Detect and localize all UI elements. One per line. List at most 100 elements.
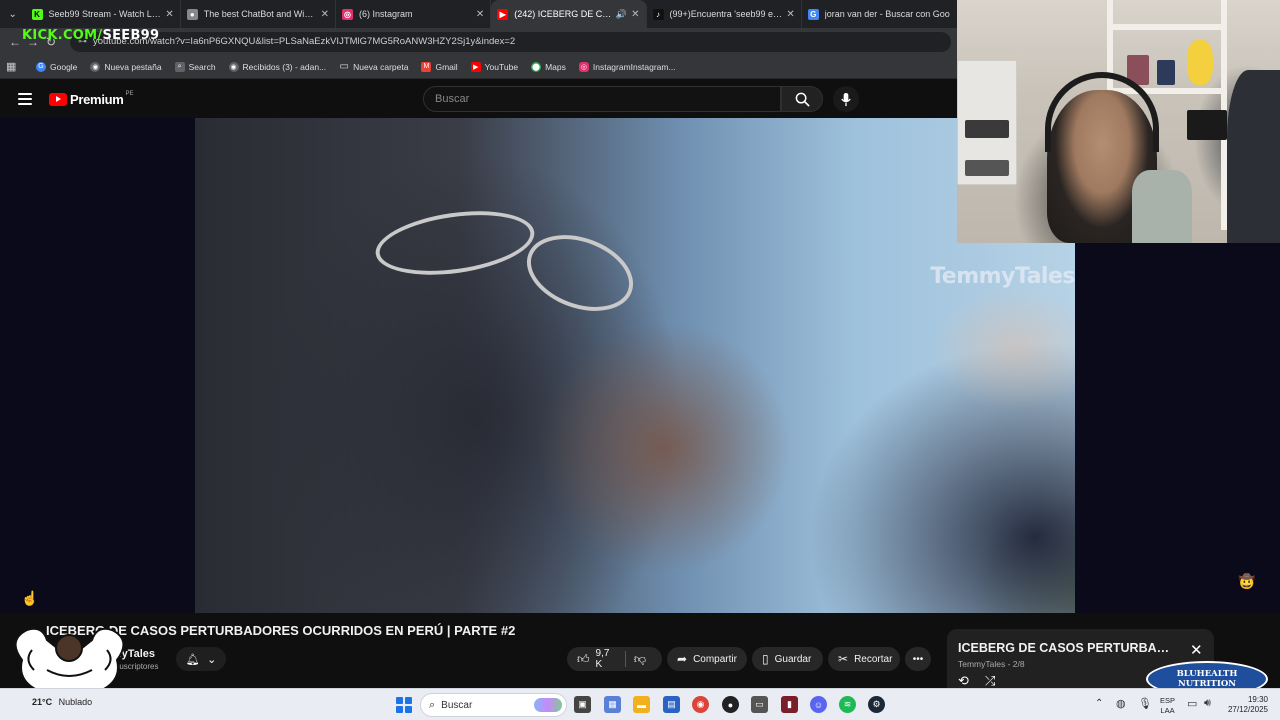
browser-tab[interactable]: ◎ (6) Instagram ✕ xyxy=(336,0,492,28)
microphone-tray-icon[interactable]: 🎙︎ xyxy=(1138,697,1152,710)
playlist-subtitle: TemmyTales - 2/8 xyxy=(958,659,1025,669)
bookmark-icon: ▯ xyxy=(762,652,769,666)
streamer-webcam xyxy=(957,0,1280,243)
divider xyxy=(624,651,626,667)
sneaker xyxy=(965,160,1009,176)
youtube-play-icon xyxy=(49,92,67,106)
like-count[interactable]: 9,7 K xyxy=(596,648,617,670)
streamer-shirt xyxy=(1132,170,1192,243)
shuffle-icon[interactable]: ⤮ xyxy=(985,673,995,689)
bookmark-label: YouTube xyxy=(484,61,519,72)
lang-layout: LAA xyxy=(1160,706,1175,715)
bookmark-inbox[interactable]: ◉ Recibidos (3) - adan... xyxy=(228,61,326,72)
browser-tab[interactable]: K Seeb99 Stream - Watch Live on ✕ xyxy=(26,0,181,28)
search-placeholder: Buscar xyxy=(435,93,470,105)
speaker-icon[interactable]: 🔊 xyxy=(616,9,627,20)
google-icon: G xyxy=(36,61,46,72)
youtube-premium-logo[interactable]: Premium PE xyxy=(49,91,134,107)
browser-tab[interactable]: ● The best ChatBot and Widgets ✕ xyxy=(181,0,336,28)
browser-tab-active[interactable]: ▶ (242) ICEBERG DE CASOS P 🔊 ✕ xyxy=(491,0,647,28)
volume-tray-icon[interactable]: 🔊︎ xyxy=(1204,697,1211,710)
more-actions-button[interactable]: ••• xyxy=(905,647,931,671)
app-icon[interactable]: ▮ xyxy=(781,696,798,713)
url-input[interactable]: ⊶ youtube.com/watch?v=Ia6nP6GXNQU&list=P… xyxy=(70,31,951,52)
scissors-icon: ✂ xyxy=(838,652,849,666)
loop-icon[interactable]: ⟲ xyxy=(958,673,969,689)
bookmark-label: Maps xyxy=(545,61,566,72)
discord-icon[interactable]: ☺ xyxy=(810,696,827,713)
close-tab-icon[interactable]: ✕ xyxy=(631,9,639,20)
share-button[interactable]: ➦ Compartir xyxy=(667,647,747,671)
notifications-button[interactable]: 🔔︎ ⌄ xyxy=(176,647,226,671)
pikachu-figure xyxy=(1187,40,1213,85)
thumbs-down-icon[interactable]: 👎︎ xyxy=(634,652,646,667)
browser-tab[interactable]: ♪ (99+)Encuentra 'seeb99 en el co ✕ xyxy=(647,0,802,28)
bookmark-new-tab[interactable]: ◉ Nueva pestaña xyxy=(90,61,162,72)
close-tab-icon[interactable]: ✕ xyxy=(476,9,484,20)
obs-icon[interactable]: ● xyxy=(722,696,739,713)
windows-start-icon[interactable] xyxy=(396,697,412,713)
close-icon[interactable]: ✕ xyxy=(1190,641,1203,659)
thumbs-up-icon[interactable]: 👍︎ xyxy=(577,652,590,667)
tab-title: (6) Instagram xyxy=(359,9,413,19)
close-tab-icon[interactable]: ✕ xyxy=(165,9,173,20)
weather-widget[interactable]: 21°C Nublado xyxy=(10,697,92,707)
display-tray-icon[interactable]: ▭ xyxy=(1187,697,1197,710)
gmail-icon: M xyxy=(421,61,432,72)
bookmark-search[interactable]: ⌕ Search xyxy=(174,61,216,72)
bookmark-folder[interactable]: ▭ Nueva carpeta xyxy=(339,61,408,72)
close-tab-icon[interactable]: ✕ xyxy=(786,9,794,20)
youtube-icon: ▶ xyxy=(470,61,481,72)
language-indicator[interactable]: ESP LAA xyxy=(1160,696,1175,716)
handcuff-shape xyxy=(516,221,644,325)
tab-search-chevron-icon[interactable]: ⌄ xyxy=(0,0,26,28)
lang-code: ESP xyxy=(1160,696,1176,705)
browser-tab[interactable]: G joran van der - Buscar con Goo xyxy=(802,0,957,28)
file-explorer-icon[interactable]: ▬ xyxy=(633,696,650,713)
weather-temp: 21°C xyxy=(32,697,53,707)
tray-chevron-up-icon[interactable]: ⌃ xyxy=(1095,698,1103,709)
windows-taskbar: 21°C Nublado ⌕ Buscar ▣ ▦ ▬ ▤ ◉ ● ▭ ▮ ☺ … xyxy=(0,688,1280,720)
kick-icon: K xyxy=(31,8,43,20)
bookmark-google[interactable]: G Google xyxy=(36,61,78,72)
widgets-icon[interactable]: ▦ xyxy=(604,696,621,713)
bookmark-instagram[interactable]: ◎ InstagramInstagram... xyxy=(578,61,676,72)
app-icon[interactable]: ▭ xyxy=(751,696,768,713)
bookmark-maps[interactable]: ⬤ Maps xyxy=(531,61,566,72)
youtube-icon: ▶ xyxy=(497,8,509,20)
task-view-icon[interactable]: ▣ xyxy=(574,696,591,713)
bookmark-youtube[interactable]: ▶ YouTube xyxy=(470,61,519,72)
mouse-cursor-icon: ☝ xyxy=(21,590,39,606)
store-icon[interactable]: ▤ xyxy=(663,696,680,713)
video-frame[interactable]: TemmyTales xyxy=(195,118,1075,613)
menu-icon[interactable] xyxy=(18,93,32,105)
handcuff-shape xyxy=(371,202,539,284)
spotify-icon[interactable]: ≋ xyxy=(839,696,856,713)
playlist-title[interactable]: ICEBERG DE CASOS PERTURBADORES OCURRIDOS… xyxy=(958,641,1178,655)
network-tray-icon[interactable]: ◍ xyxy=(1116,697,1126,710)
close-tab-icon[interactable]: ✕ xyxy=(321,9,329,20)
bookmark-gmail[interactable]: M Gmail xyxy=(421,61,458,72)
apps-grid-icon[interactable]: ▦ xyxy=(6,60,24,73)
save-label: Guardar xyxy=(774,653,812,665)
video-details: ICEBERG DE CASOS PERTURBADORES OCURRIDOS… xyxy=(0,613,1280,688)
kick-overlay-channel: SEEB99 xyxy=(102,28,160,43)
search-button[interactable] xyxy=(781,86,823,112)
taskbar-search-input[interactable]: ⌕ Buscar xyxy=(420,693,567,717)
chrome-icon[interactable]: ◉ xyxy=(692,696,709,713)
bookmark-label: Gmail xyxy=(435,61,458,72)
search-icon: ⌕ xyxy=(174,61,185,72)
save-button[interactable]: ▯ Guardar xyxy=(752,647,823,671)
search-icon: ⌕ xyxy=(429,698,436,711)
logo-text: Premium xyxy=(70,91,124,107)
taskbar-search-placeholder: Buscar xyxy=(441,699,473,711)
sponsor-line1: BLUHEALTH xyxy=(1176,669,1238,679)
search-icon xyxy=(795,92,810,107)
kick-overlay-prefix: KICK.COM/ xyxy=(22,28,103,43)
clip-button[interactable]: ✂ Recortar xyxy=(828,647,900,671)
youtube-search-input[interactable]: Buscar xyxy=(423,86,781,112)
bookmark-label: Google xyxy=(50,61,78,72)
system-clock[interactable]: 19:30 27/12/2025 xyxy=(1224,695,1268,715)
steam-icon[interactable]: ⚙ xyxy=(868,696,885,713)
voice-search-button[interactable] xyxy=(833,86,859,112)
